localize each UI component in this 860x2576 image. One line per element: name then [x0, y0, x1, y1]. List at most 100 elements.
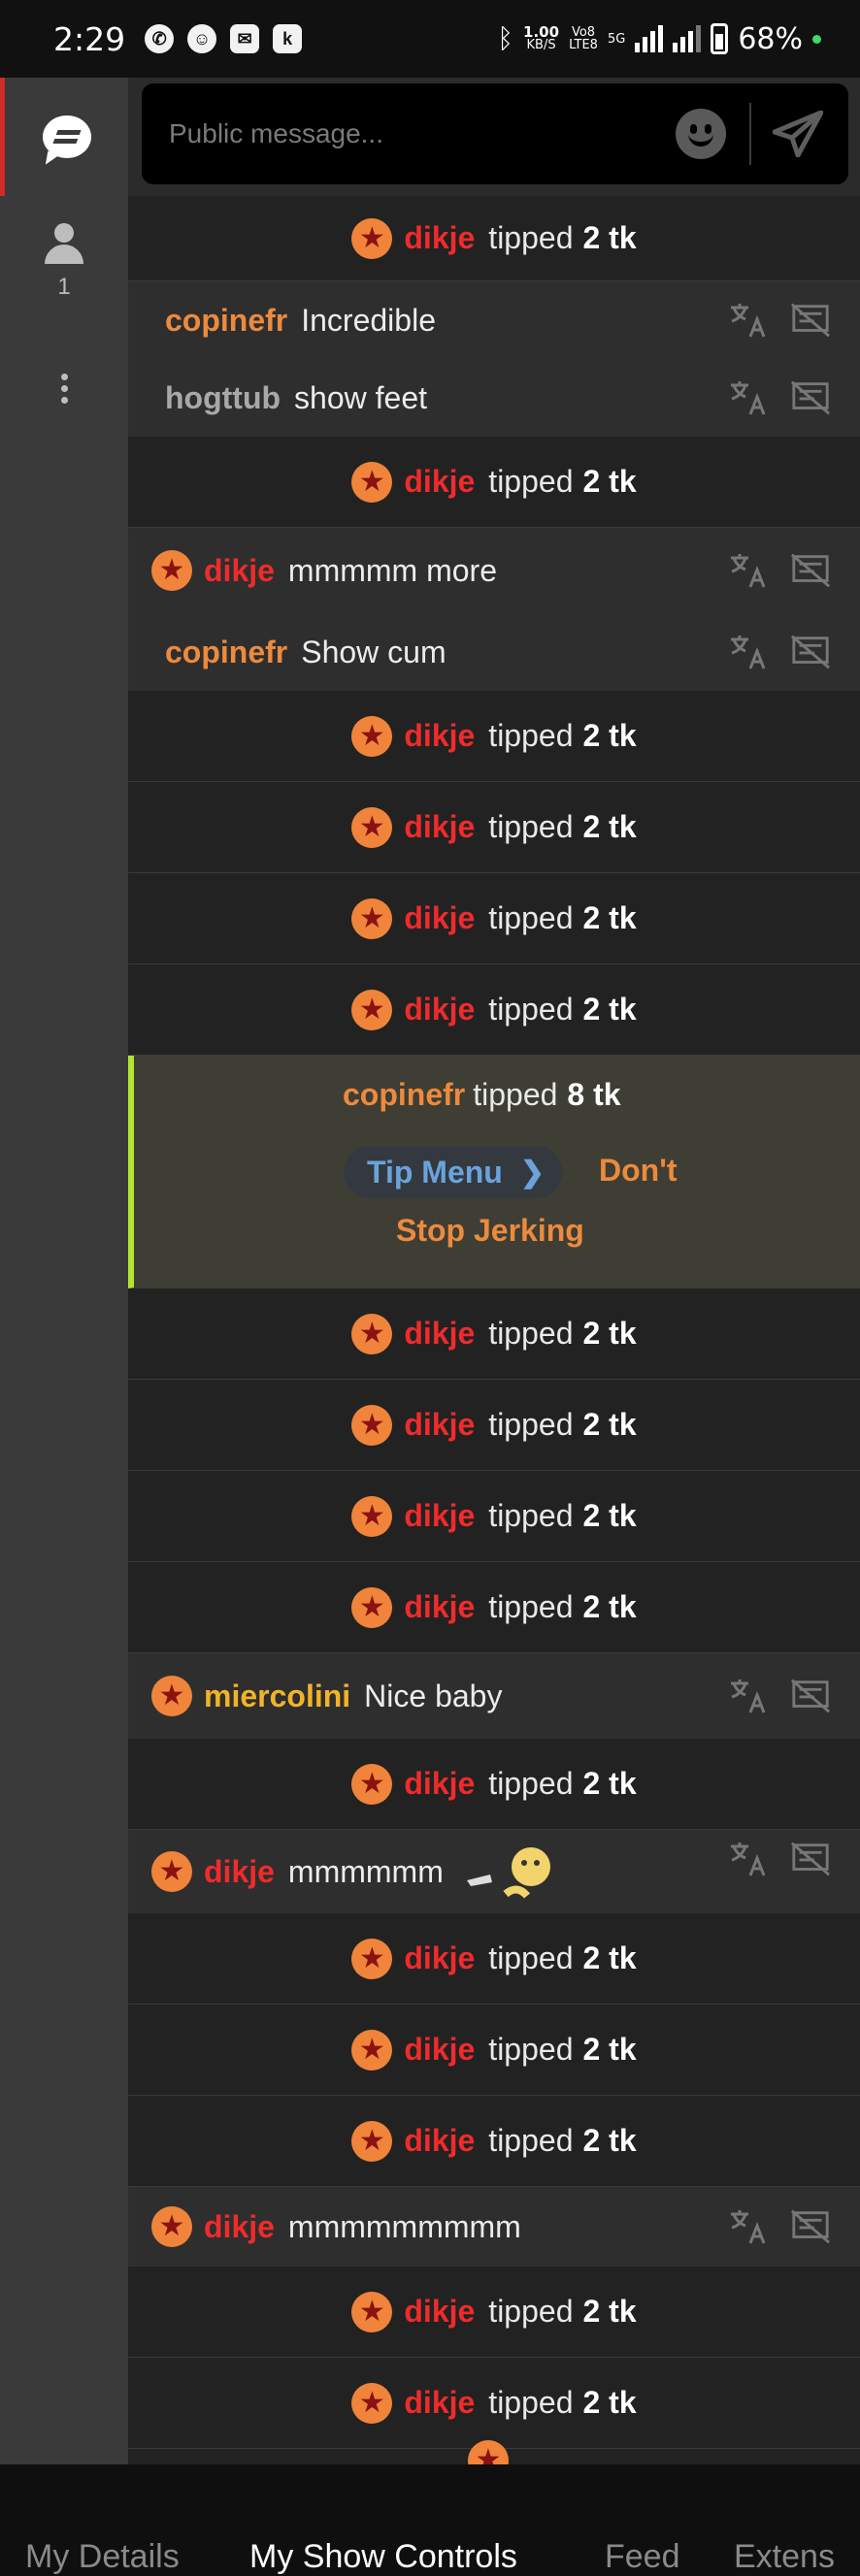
hide-message-icon[interactable] — [790, 1839, 831, 1879]
composer-box — [142, 83, 848, 184]
chat-message: ★ dikje mmmmmmmmm — [128, 2187, 860, 2266]
tip-row: ★ dikje tipped 2 tk — [128, 1562, 860, 1653]
username[interactable]: dikje — [404, 2385, 475, 2421]
username[interactable]: miercolini — [204, 1679, 350, 1714]
translate-icon[interactable] — [728, 2206, 769, 2247]
send-icon[interactable] — [771, 107, 825, 161]
hide-message-icon[interactable] — [790, 377, 831, 418]
message-text: mmmmmmmmm — [287, 2208, 521, 2244]
emoji-icon[interactable] — [676, 109, 726, 159]
username[interactable]: dikje — [404, 809, 475, 845]
username[interactable]: dikje — [404, 2294, 475, 2330]
tip-row: ★ dikje tipped 2 tk — [128, 196, 860, 281]
hide-message-icon[interactable] — [790, 550, 831, 591]
side-rail: 1 — [0, 78, 128, 2464]
highlight-tip-line: copinefr tipped 8 tk — [343, 1077, 621, 1112]
username[interactable]: dikje — [404, 1498, 475, 1534]
bottom-tabs: My Details My Show Controls Feed Extens — [0, 2464, 860, 2576]
username[interactable]: dikje — [204, 1854, 275, 1890]
star-badge-icon: ★ — [351, 1938, 393, 1979]
username[interactable]: copinefr — [165, 303, 287, 339]
hide-message-icon[interactable] — [790, 1676, 831, 1716]
translate-icon[interactable] — [728, 550, 769, 591]
tip-menu-button[interactable]: Tip Menu ❯ — [344, 1146, 562, 1198]
username[interactable]: dikje — [404, 1407, 475, 1443]
star-badge-icon: ★ — [351, 2029, 393, 2071]
hide-message-icon[interactable] — [790, 632, 831, 672]
star-badge-icon: ★ — [351, 715, 393, 757]
message-text: mmmmm more — [287, 552, 497, 588]
star-badge-icon: ★ — [351, 1404, 393, 1446]
translate-icon[interactable] — [728, 300, 769, 341]
chat-list[interactable]: ★ dikje tipped 2 tk copinefr Incredible … — [128, 196, 860, 2464]
divider — [749, 103, 751, 165]
chat-message: ★ miercolini Nice baby — [128, 1653, 860, 1739]
username[interactable]: dikje — [204, 553, 275, 589]
username[interactable]: copinefr — [165, 635, 287, 670]
translate-icon[interactable] — [728, 632, 769, 672]
tab-extensions[interactable]: Extens — [734, 2538, 835, 2576]
chat-message: ★ dikje mmmmmm — [128, 1830, 860, 1913]
star-badge-icon: ★ — [351, 989, 393, 1030]
tip-row: ★ dikje tipped 2 tk — [128, 1471, 860, 1562]
user-icon — [45, 223, 83, 266]
k-app-icon: k — [273, 24, 303, 53]
username[interactable]: dikje — [404, 1766, 475, 1802]
username[interactable]: hogttub — [165, 380, 281, 416]
public-message-input[interactable] — [169, 118, 676, 149]
tip-menu-item-line: Stop Jerking — [396, 1213, 584, 1248]
star-badge-icon: ★ — [351, 1763, 393, 1805]
viewer-count: 1 — [57, 274, 71, 300]
tab-my-details[interactable]: My Details — [25, 2538, 180, 2576]
tip-row: ★ dikje tipped 2 tk — [128, 2005, 860, 2096]
username[interactable]: dikje — [404, 992, 475, 1027]
translate-icon[interactable] — [728, 1676, 769, 1716]
chevron-right-icon: ❯ — [519, 1156, 545, 1189]
more-icon — [60, 369, 68, 408]
message-text: Nice baby — [364, 1678, 503, 1713]
rail-users-tab[interactable]: 1 — [0, 213, 128, 310]
rail-chat-tab[interactable] — [0, 78, 128, 196]
tab-feed[interactable]: Feed — [605, 2538, 680, 2576]
tip-row: ★ dikje tipped 2 tk — [128, 1739, 860, 1830]
username[interactable]: dikje — [404, 464, 475, 500]
message-text: Show cum — [301, 634, 447, 669]
signal-2-icon — [673, 25, 702, 52]
translate-icon[interactable] — [728, 377, 769, 418]
tip-row: ★ dikje tipped 2 tk — [128, 2358, 860, 2449]
username[interactable]: dikje — [404, 2123, 475, 2159]
username[interactable]: dikje — [404, 1940, 475, 1976]
username[interactable]: dikje — [404, 2032, 475, 2068]
tip-row: ★ dikje tipped 2 tk — [128, 964, 860, 1056]
username[interactable]: dikje — [404, 1316, 475, 1352]
star-badge-icon: ★ — [351, 1586, 393, 1628]
username[interactable]: copinefr — [343, 1077, 465, 1112]
username[interactable]: dikje — [404, 900, 475, 936]
username[interactable]: dikje — [404, 220, 475, 256]
username[interactable]: dikje — [404, 718, 475, 754]
network-speed: 1.00 KB/S — [523, 23, 560, 52]
chat-message: ★ dikje mmmmm more — [128, 528, 860, 613]
emote-image — [463, 1842, 560, 1902]
username[interactable]: dikje — [404, 1589, 475, 1625]
chat-message: copinefr Incredible — [128, 281, 860, 359]
hide-message-icon[interactable] — [790, 300, 831, 341]
username[interactable]: dikje — [204, 2209, 275, 2245]
message-text: Incredible — [301, 302, 436, 338]
rail-more-button[interactable] — [0, 359, 128, 417]
hide-message-icon[interactable] — [790, 2206, 831, 2247]
star-badge-icon: ★ — [351, 461, 393, 503]
star-badge-icon: ★ — [351, 2120, 393, 2162]
privacy-dot — [812, 34, 821, 44]
tip-row: ★ dikje tipped 2 tk — [128, 1380, 860, 1471]
star-badge-icon: ★ — [151, 1851, 192, 1892]
translate-icon[interactable] — [728, 1839, 769, 1879]
volte-indicator: Vo8 LTE8 — [569, 25, 598, 52]
tab-my-show-controls[interactable]: My Show Controls — [249, 2538, 517, 2576]
highlighted-tip: copinefr tipped 8 tk Tip Menu ❯ Don't Stop… — [128, 1056, 860, 1288]
clock: 2:29 — [53, 19, 126, 58]
star-badge-icon: ★ — [351, 217, 393, 259]
star-badge-icon: ★ — [351, 806, 393, 848]
tip-row-partial: ★ — [128, 2439, 860, 2464]
star-badge-icon: ★ — [351, 2291, 393, 2332]
